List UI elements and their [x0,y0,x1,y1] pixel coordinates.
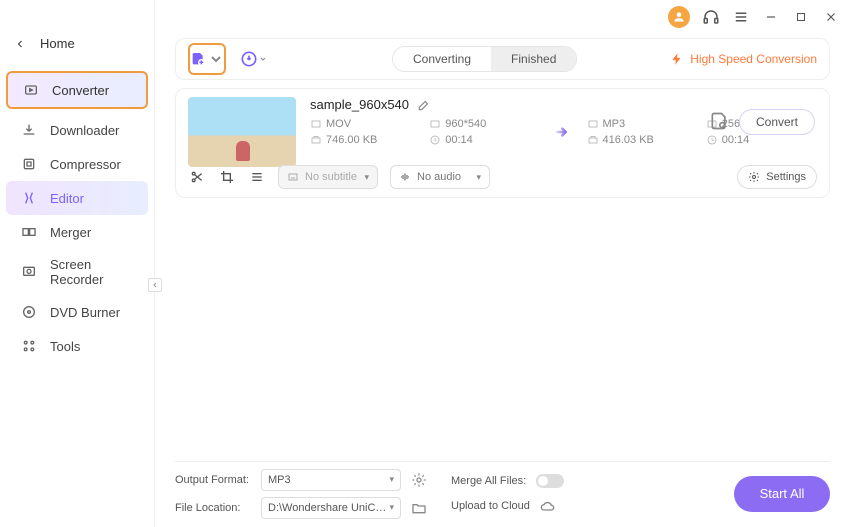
screen-recorder-icon [20,263,38,281]
folder-icon [411,500,427,516]
chevron-down-icon [259,55,267,63]
open-folder-button[interactable] [411,500,427,516]
high-speed-conversion[interactable]: High Speed Conversion [670,52,817,66]
chevron-down-icon: ▾ [364,172,369,183]
sidebar-item-label: Tools [50,339,80,354]
input-duration: 00:14 [429,134,540,146]
file-name: sample_960x540 [310,97,409,112]
input-resolution: 960*540 [429,118,540,130]
cloud-icon [540,498,556,514]
hsc-label: High Speed Conversion [690,52,817,66]
crop-icon [219,169,235,185]
audio-select[interactable]: No audio ▾ [390,165,490,189]
scissors-icon [189,169,205,185]
add-file-icon [190,50,206,68]
merge-toggle[interactable] [536,474,564,488]
sidebar-item-downloader[interactable]: Downloader [6,113,148,147]
sidebar-item-label: DVD Burner [50,305,120,320]
output-size: 416.03 KB [587,134,698,146]
sidebar-item-screen-recorder[interactable]: Screen Recorder [6,249,148,295]
sidebar-item-label: Screen Recorder [50,257,134,287]
merger-icon [20,223,38,241]
status-tabs: Converting Finished [392,46,577,72]
tab-finished[interactable]: Finished [491,47,576,71]
tools-icon [20,337,38,355]
chevron-down-icon: ▾ [389,474,394,485]
arrow-icon [549,122,579,142]
file-location-select[interactable]: D:\Wondershare UniConverter 1 ▾ [261,497,401,519]
file-location-label: File Location: [175,502,251,514]
upload-cloud-button[interactable] [540,498,556,514]
editor-icon [20,189,38,207]
sidebar-item-editor[interactable]: Editor [6,181,148,215]
add-file-button[interactable] [188,43,226,75]
input-size: 746.00 KB [310,134,421,146]
sidebar-item-label: Editor [50,191,84,206]
video-thumbnail[interactable] [188,97,296,167]
main: Converting Finished High Speed Conversio… [155,0,850,527]
subtitle-select[interactable]: No subtitle ▾ [278,165,378,189]
effects-button[interactable] [248,168,266,186]
home-label: Home [40,36,75,51]
sidebar-item-label: Converter [52,83,109,98]
input-format: MOV [310,118,421,130]
audio-icon [399,171,411,183]
output-format-settings[interactable] [411,472,427,488]
gear-icon [411,472,427,488]
file-gear-icon [709,111,729,131]
output-duration: 00:14 [706,134,817,146]
sidebar-item-merger[interactable]: Merger [6,215,148,249]
sidebar-item-label: Compressor [50,157,121,172]
convert-button[interactable]: Convert [739,109,815,135]
sidebar: Home Converter Downloader Compressor Edi… [0,0,155,527]
start-all-button[interactable]: Start All [734,476,830,512]
tab-converting[interactable]: Converting [393,47,491,71]
chevron-down-icon: ▾ [476,172,481,183]
dvd-icon [20,303,38,321]
sidebar-item-label: Downloader [50,123,119,138]
chevron-left-icon [14,38,26,50]
sidebar-item-tools[interactable]: Tools [6,329,148,363]
effects-icon [249,169,265,185]
pencil-icon [417,98,431,112]
sidebar-item-converter[interactable]: Converter [6,71,148,109]
topbar: Converting Finished High Speed Conversio… [175,38,830,80]
subtitle-icon [287,171,299,183]
output-format: MP3 [587,118,698,130]
merge-label: Merge All Files: [451,475,526,487]
downloader-icon [20,121,38,139]
gear-icon [748,171,760,183]
output-format-label: Output Format: [175,474,251,486]
crop-button[interactable] [218,168,236,186]
add-download-button[interactable] [234,43,272,75]
sidebar-item-compressor[interactable]: Compressor [6,147,148,181]
chevron-down-icon: ▾ [389,502,394,513]
file-settings-button[interactable]: Settings [737,165,817,189]
edit-name-button[interactable] [417,98,431,112]
download-add-icon [239,49,259,69]
bottom-bar: Output Format: MP3 ▾ File Location: D:\W… [175,461,830,517]
trim-button[interactable] [188,168,206,186]
converter-icon [22,81,40,99]
output-settings-button[interactable] [709,111,731,133]
sidebar-item-label: Merger [50,225,91,240]
upload-cloud-label: Upload to Cloud [451,500,530,512]
lightning-icon [670,52,684,66]
output-format-select[interactable]: MP3 ▾ [261,469,401,491]
back-home[interactable]: Home [0,28,154,59]
file-card: sample_960x540 MOV 960*540 MP3 256 kbps … [175,88,830,198]
sidebar-item-dvd-burner[interactable]: DVD Burner [6,295,148,329]
compressor-icon [20,155,38,173]
chevron-down-icon [208,50,224,68]
